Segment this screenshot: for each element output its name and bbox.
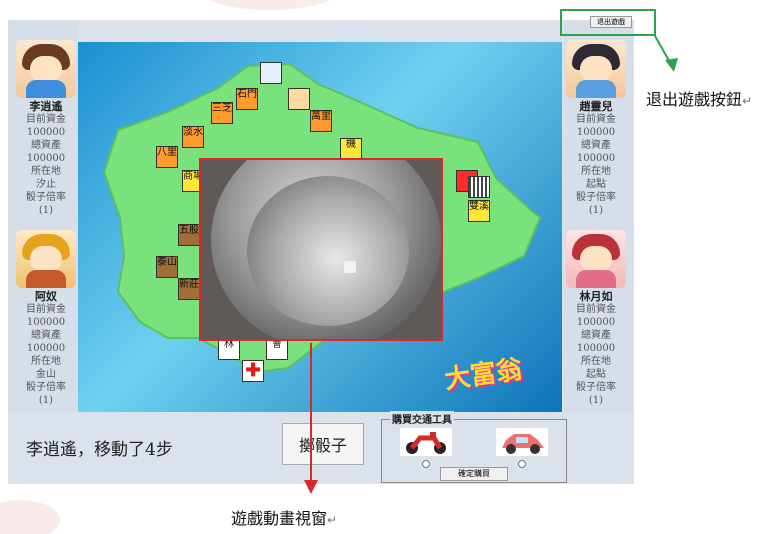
location-label: 所在地 — [31, 356, 61, 367]
car-icon[interactable] — [496, 428, 548, 456]
board-tile — [468, 176, 490, 198]
game-animation-window — [199, 158, 443, 341]
player-name: 李逍遙 — [29, 100, 63, 113]
player-avatar — [16, 40, 76, 98]
dice-multiplier-label: 骰子倍率 — [26, 382, 66, 393]
logo-text: 大富翁 — [442, 354, 525, 396]
board-tile: 三芝 — [211, 102, 233, 124]
player-avatar — [566, 40, 626, 98]
player-name: 林月如 — [579, 290, 613, 303]
cash-label: 目前資金 — [576, 114, 616, 125]
board-tile — [260, 62, 282, 84]
confirm-purchase-button[interactable]: 確定購買 — [440, 467, 508, 481]
assets-value: 100000 — [26, 153, 66, 164]
red-cross-icon: ✚ — [242, 360, 264, 382]
cash-value: 100000 — [576, 317, 616, 328]
player-card-a-nu: 阿奴 目前資金 100000 總資產 100000 所在地 金山 骰子倍率 (1… — [14, 230, 78, 407]
location-label: 所在地 — [581, 166, 611, 177]
dice-multiplier-value: (1) — [38, 395, 54, 406]
board-tile: 五股 — [178, 224, 200, 246]
paragraph-mark: ↵ — [742, 94, 753, 108]
assets-label: 總資產 — [581, 140, 611, 151]
board-tile: 石門 — [236, 88, 258, 110]
cash-value: 100000 — [26, 127, 66, 138]
cash-value: 100000 — [26, 317, 66, 328]
location-value: 起點 — [586, 369, 606, 380]
board-tile: 淡水 — [182, 126, 204, 148]
board-tile — [288, 88, 310, 110]
game-logo: 大富翁 — [426, 342, 546, 400]
animation-window-callout: 遊戲動畫視窗↵ — [231, 505, 337, 529]
cash-value: 100000 — [576, 127, 616, 138]
location-value: 起點 — [586, 179, 606, 190]
location-value: 金山 — [36, 369, 56, 380]
board-tile: 新莊 — [178, 278, 200, 300]
dice-multiplier-label: 骰子倍率 — [576, 192, 616, 203]
board-tile: 林 — [218, 338, 240, 360]
assets-value: 100000 — [576, 153, 616, 164]
dice-multiplier-value: (1) — [38, 205, 54, 216]
player-card-li-xiaoyao: 李逍遙 目前資金 100000 總資產 100000 所在地 汐止 骰子倍率 (… — [14, 40, 78, 217]
exit-button-callout: 退出遊戲按鈕↵ — [646, 86, 752, 110]
paragraph-mark: ↵ — [327, 513, 338, 527]
board-tile: 泰山 — [156, 256, 178, 278]
car-radio[interactable] — [518, 460, 526, 468]
cash-label: 目前資金 — [26, 114, 66, 125]
dice-icon — [344, 261, 356, 273]
cash-label: 目前資金 — [576, 304, 616, 315]
location-label: 所在地 — [31, 166, 61, 177]
scooter-radio[interactable] — [422, 460, 430, 468]
roll-dice-button[interactable]: 擲骰子 — [282, 423, 364, 465]
player-avatar — [16, 230, 76, 288]
background-decoration — [0, 500, 60, 534]
assets-label: 總資產 — [31, 140, 61, 151]
anim-callout-text: 遊戲動畫視窗 — [231, 509, 328, 528]
location-value: 汐止 — [36, 179, 56, 190]
board-tile: 會 — [266, 338, 288, 360]
player-card-lin-yueru: 林月如 目前資金 100000 總資產 100000 所在地 起點 骰子倍率 (… — [564, 230, 628, 407]
vehicle-group-title: 購買交通工具 — [390, 411, 454, 426]
board-tile: 八里 — [156, 146, 178, 168]
status-message: 李逍遙，移動了4步 — [26, 440, 173, 460]
dice-multiplier-value: (1) — [588, 395, 604, 406]
player-avatar — [566, 230, 626, 288]
board-tile: 萬里 — [310, 110, 332, 132]
board-tile: 雙溪 — [468, 200, 490, 222]
cash-label: 目前資金 — [26, 304, 66, 315]
dice-multiplier-label: 骰子倍率 — [26, 192, 66, 203]
exit-button-highlight — [560, 9, 656, 36]
assets-value: 100000 — [26, 343, 66, 354]
board-tile: 機 — [340, 138, 362, 160]
scooter-icon[interactable] — [400, 428, 452, 456]
location-label: 所在地 — [581, 356, 611, 367]
player-card-zhao-linger: 趙靈兒 目前資金 100000 總資產 100000 所在地 起點 骰子倍率 (… — [564, 40, 628, 217]
assets-label: 總資產 — [581, 330, 611, 341]
background-decoration — [200, 0, 340, 10]
assets-value: 100000 — [576, 343, 616, 354]
player-name: 阿奴 — [35, 290, 57, 303]
dice-multiplier-value: (1) — [588, 205, 604, 216]
buy-vehicle-group: 購買交通工具 確定購買 — [381, 411, 567, 483]
assets-label: 總資產 — [31, 330, 61, 341]
player-name: 趙靈兒 — [579, 100, 613, 113]
bowl-inner — [247, 176, 409, 326]
exit-callout-text: 退出遊戲按鈕 — [646, 90, 743, 109]
dice-multiplier-label: 骰子倍率 — [576, 382, 616, 393]
